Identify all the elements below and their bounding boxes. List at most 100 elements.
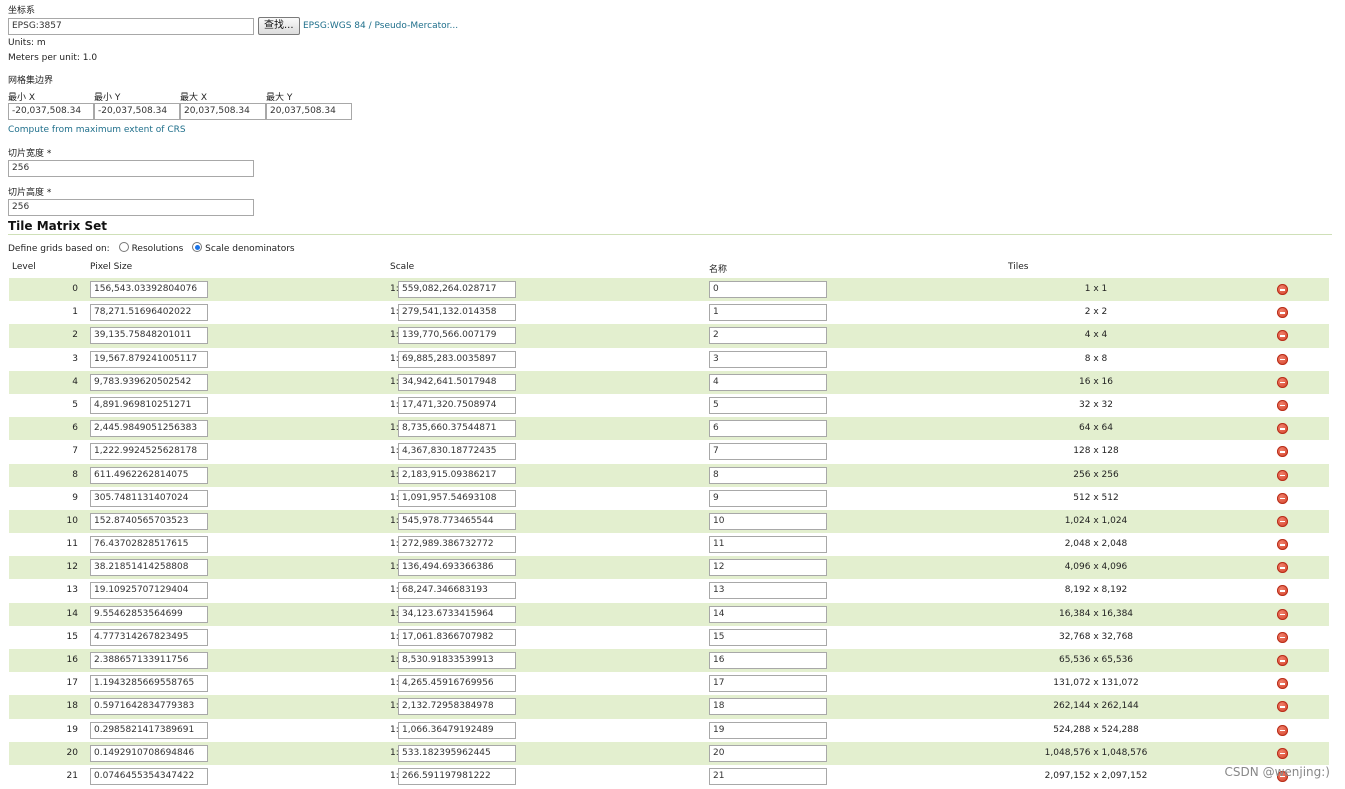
pixel-size-input[interactable]: 39,135.75848201011 [90,327,208,345]
remove-circle-icon[interactable] [1277,399,1288,411]
remove-circle-icon[interactable] [1277,492,1288,504]
remove-circle-icon[interactable] [1277,608,1288,620]
remove-circle-icon[interactable] [1277,724,1288,736]
name-input[interactable]: 11 [709,536,827,554]
scale-input[interactable]: 34,123.6733415964 [398,605,516,623]
pixel-size-input[interactable]: 156,543.03392804076 [90,281,208,298]
name-input[interactable]: 0 [709,281,827,298]
pixel-size-input[interactable]: 19,567.879241005117 [90,350,208,368]
remove-circle-icon[interactable] [1277,376,1288,388]
max-y-input[interactable]: 20,037,508.34 [266,103,352,120]
name-input[interactable]: 10 [709,512,827,530]
scale-input[interactable]: 1,091,957.54693108 [398,489,516,507]
scale-input[interactable]: 266.591197981222 [398,767,516,785]
pixel-size-input[interactable]: 76.43702828517615 [90,536,208,554]
remove-circle-icon[interactable] [1277,747,1288,759]
name-input[interactable]: 14 [709,605,827,623]
pixel-size-input[interactable]: 611.4962262814075 [90,466,208,484]
remove-circle-icon[interactable] [1277,330,1288,342]
name-input[interactable]: 7 [709,443,827,461]
scale-denominators-radio[interactable] [192,242,203,252]
scale-input[interactable]: 279,541,132.014358 [398,304,516,322]
scale-input[interactable]: 34,942,641.5017948 [398,373,516,391]
resolutions-radio[interactable] [118,242,129,252]
scale-input[interactable]: 533.182395962445 [398,744,516,762]
pixel-size-input[interactable]: 0.2985821417389691 [90,721,208,739]
pixel-size-input[interactable]: 9,783.939620502542 [90,373,208,391]
name-input[interactable]: 3 [709,350,827,368]
pixel-size-input[interactable]: 9.55462853564699 [90,605,208,623]
min-x-input[interactable]: -20,037,508.34 [8,103,94,120]
name-input[interactable]: 19 [709,721,827,739]
name-input[interactable]: 16 [709,652,827,669]
scale-input[interactable]: 17,471,320.7508974 [398,396,516,414]
resolutions-option-label[interactable]: Resolutions [132,244,184,254]
scale-input[interactable]: 8,735,660.37544871 [398,420,516,438]
pixel-size-input[interactable]: 0.5971642834779383 [90,698,208,716]
name-input[interactable]: 13 [709,582,827,600]
scale-input[interactable]: 69,885,283.0035897 [398,350,516,368]
compute-extent-link[interactable]: Compute from maximum extent of CRS [8,125,186,135]
scale-input[interactable]: 139,770,566.007179 [398,327,516,345]
name-input[interactable]: 1 [709,304,827,322]
name-input[interactable]: 18 [709,698,827,716]
pixel-size-input[interactable]: 2,445.9849051256383 [90,420,208,438]
name-input[interactable]: 20 [709,744,827,762]
scale-input[interactable]: 2,132.72958384978 [398,698,516,716]
pixel-size-input[interactable]: 1.1943285669558765 [90,675,208,693]
remove-circle-icon[interactable] [1277,655,1288,666]
pixel-size-input[interactable]: 38.21851414258808 [90,559,208,577]
name-input[interactable]: 6 [709,420,827,438]
min-y-input[interactable]: -20,037,508.34 [94,103,180,120]
pixel-size-input[interactable]: 0.0746455354347422 [90,767,208,785]
scale-input[interactable]: 1,066.36479192489 [398,721,516,739]
name-input[interactable]: 2 [709,327,827,345]
pixel-size-input[interactable]: 305.7481131407024 [90,489,208,507]
scale-input[interactable]: 2,183,915.09386217 [398,466,516,484]
remove-circle-icon[interactable] [1277,515,1288,527]
pixel-size-input[interactable]: 0.1492910708694846 [90,744,208,762]
remove-circle-icon[interactable] [1277,423,1288,435]
scale-denominators-option-label[interactable]: Scale denominators [205,244,294,254]
remove-circle-icon[interactable] [1277,631,1288,643]
remove-circle-icon[interactable] [1277,562,1288,574]
remove-circle-icon[interactable] [1277,446,1288,458]
remove-circle-icon[interactable] [1277,469,1288,481]
name-input[interactable]: 12 [709,559,827,577]
name-input[interactable]: 17 [709,675,827,693]
remove-circle-icon[interactable] [1277,539,1288,551]
name-input[interactable]: 15 [709,628,827,646]
pixel-size-input[interactable]: 4,891.969810251271 [90,396,208,414]
remove-circle-icon[interactable] [1277,307,1288,319]
pixel-size-input[interactable]: 152.8740565703523 [90,512,208,530]
name-input[interactable]: 5 [709,396,827,414]
tile-width-input[interactable]: 256 [8,160,254,177]
name-input[interactable]: 4 [709,373,827,391]
pixel-size-input[interactable]: 4.777314267823495 [90,628,208,646]
scale-input[interactable]: 4,367,830.18772435 [398,443,516,461]
scale-input[interactable]: 559,082,264.028717 [398,281,516,298]
pixel-size-input[interactable]: 19.10925707129404 [90,582,208,600]
find-crs-button[interactable]: 查找... [258,17,300,35]
remove-circle-icon[interactable] [1277,585,1288,597]
pixel-size-input[interactable]: 1,222.9924525628178 [90,443,208,461]
scale-input[interactable]: 8,530.91833539913 [398,652,516,669]
name-input[interactable]: 21 [709,767,827,785]
scale-input[interactable]: 136,494.693366386 [398,559,516,577]
remove-circle-icon[interactable] [1277,678,1288,690]
tile-height-input[interactable]: 256 [8,199,254,216]
scale-input[interactable]: 545,978.773465544 [398,512,516,530]
crs-description-link[interactable]: EPSG:WGS 84 / Pseudo-Mercator... [303,21,458,31]
remove-circle-icon[interactable] [1277,701,1288,713]
scale-input[interactable]: 68,247.346683193 [398,582,516,600]
pixel-size-input[interactable]: 78,271.51696402022 [90,304,208,322]
scale-input[interactable]: 272,989.386732772 [398,536,516,554]
remove-circle-icon[interactable] [1277,353,1288,365]
name-input[interactable]: 9 [709,489,827,507]
remove-circle-icon[interactable] [1277,284,1288,295]
scale-input[interactable]: 4,265.45916769956 [398,675,516,693]
scale-input[interactable]: 17,061.8366707982 [398,628,516,646]
crs-input[interactable]: EPSG:3857 [8,18,254,35]
name-input[interactable]: 8 [709,466,827,484]
max-x-input[interactable]: 20,037,508.34 [180,103,266,120]
